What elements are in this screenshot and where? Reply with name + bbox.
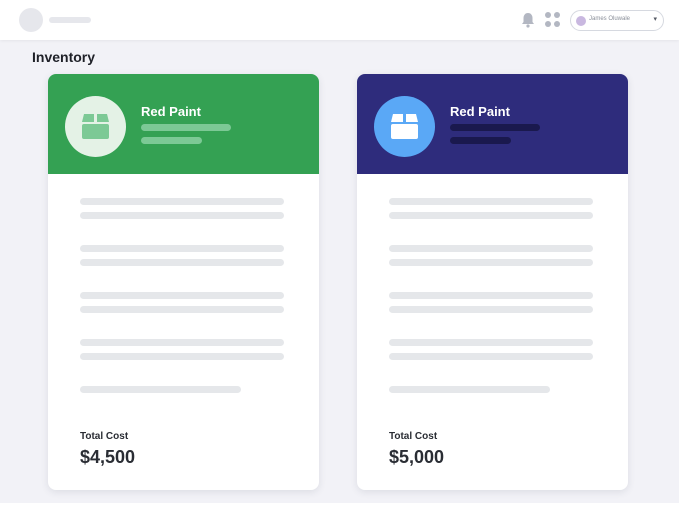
text-placeholder: [389, 306, 593, 313]
text-placeholder: [389, 245, 593, 252]
text-placeholder: [80, 386, 241, 393]
total-cost-label: Total Cost: [389, 431, 438, 442]
card-header: Red Paint: [357, 74, 628, 174]
inventory-card[interactable]: Red Paint Total Cost $5,000: [357, 74, 628, 490]
subtitle-placeholder: [450, 124, 540, 131]
box-icon: [391, 114, 418, 139]
total-cost-value: $4,500: [80, 447, 136, 467]
text-placeholder: [80, 212, 284, 219]
text-placeholder: [389, 259, 593, 266]
bell-icon[interactable]: [521, 12, 535, 28]
card-title: Red Paint: [450, 104, 510, 119]
subtitle-placeholder: [141, 137, 202, 144]
user-name: James Oluwale: [589, 16, 631, 22]
text-placeholder: [80, 198, 284, 205]
total-cost-label: Total Cost: [80, 431, 129, 442]
logo-placeholder[interactable]: [19, 8, 43, 32]
card-icon-circle: [374, 96, 435, 157]
user-menu[interactable]: James Oluwale ▾: [570, 10, 664, 31]
top-bar: James Oluwale ▾: [0, 0, 679, 40]
card-title: Red Paint: [141, 104, 201, 119]
subtitle-placeholder: [450, 137, 511, 144]
card-header: Red Paint: [48, 74, 319, 174]
text-placeholder: [389, 292, 593, 299]
text-placeholder: [80, 353, 284, 360]
text-placeholder: [389, 353, 593, 360]
page-title: Inventory: [32, 49, 96, 65]
inventory-card[interactable]: Red Paint Total Cost $4,500: [48, 74, 319, 490]
chevron-down-icon: ▾: [653, 16, 657, 23]
apps-grid-icon[interactable]: [545, 12, 561, 28]
text-placeholder: [80, 339, 284, 346]
text-placeholder: [80, 259, 284, 266]
avatar: [576, 16, 586, 26]
text-placeholder: [389, 386, 550, 393]
card-icon-circle: [65, 96, 126, 157]
text-placeholder: [389, 212, 593, 219]
text-placeholder: [389, 339, 593, 346]
total-cost-value: $5,000: [389, 447, 445, 467]
text-placeholder: [80, 292, 284, 299]
text-placeholder: [389, 198, 593, 205]
brand-placeholder: [49, 17, 91, 23]
subtitle-placeholder: [141, 124, 231, 131]
text-placeholder: [80, 306, 284, 313]
box-icon: [82, 114, 109, 139]
text-placeholder: [80, 245, 284, 252]
